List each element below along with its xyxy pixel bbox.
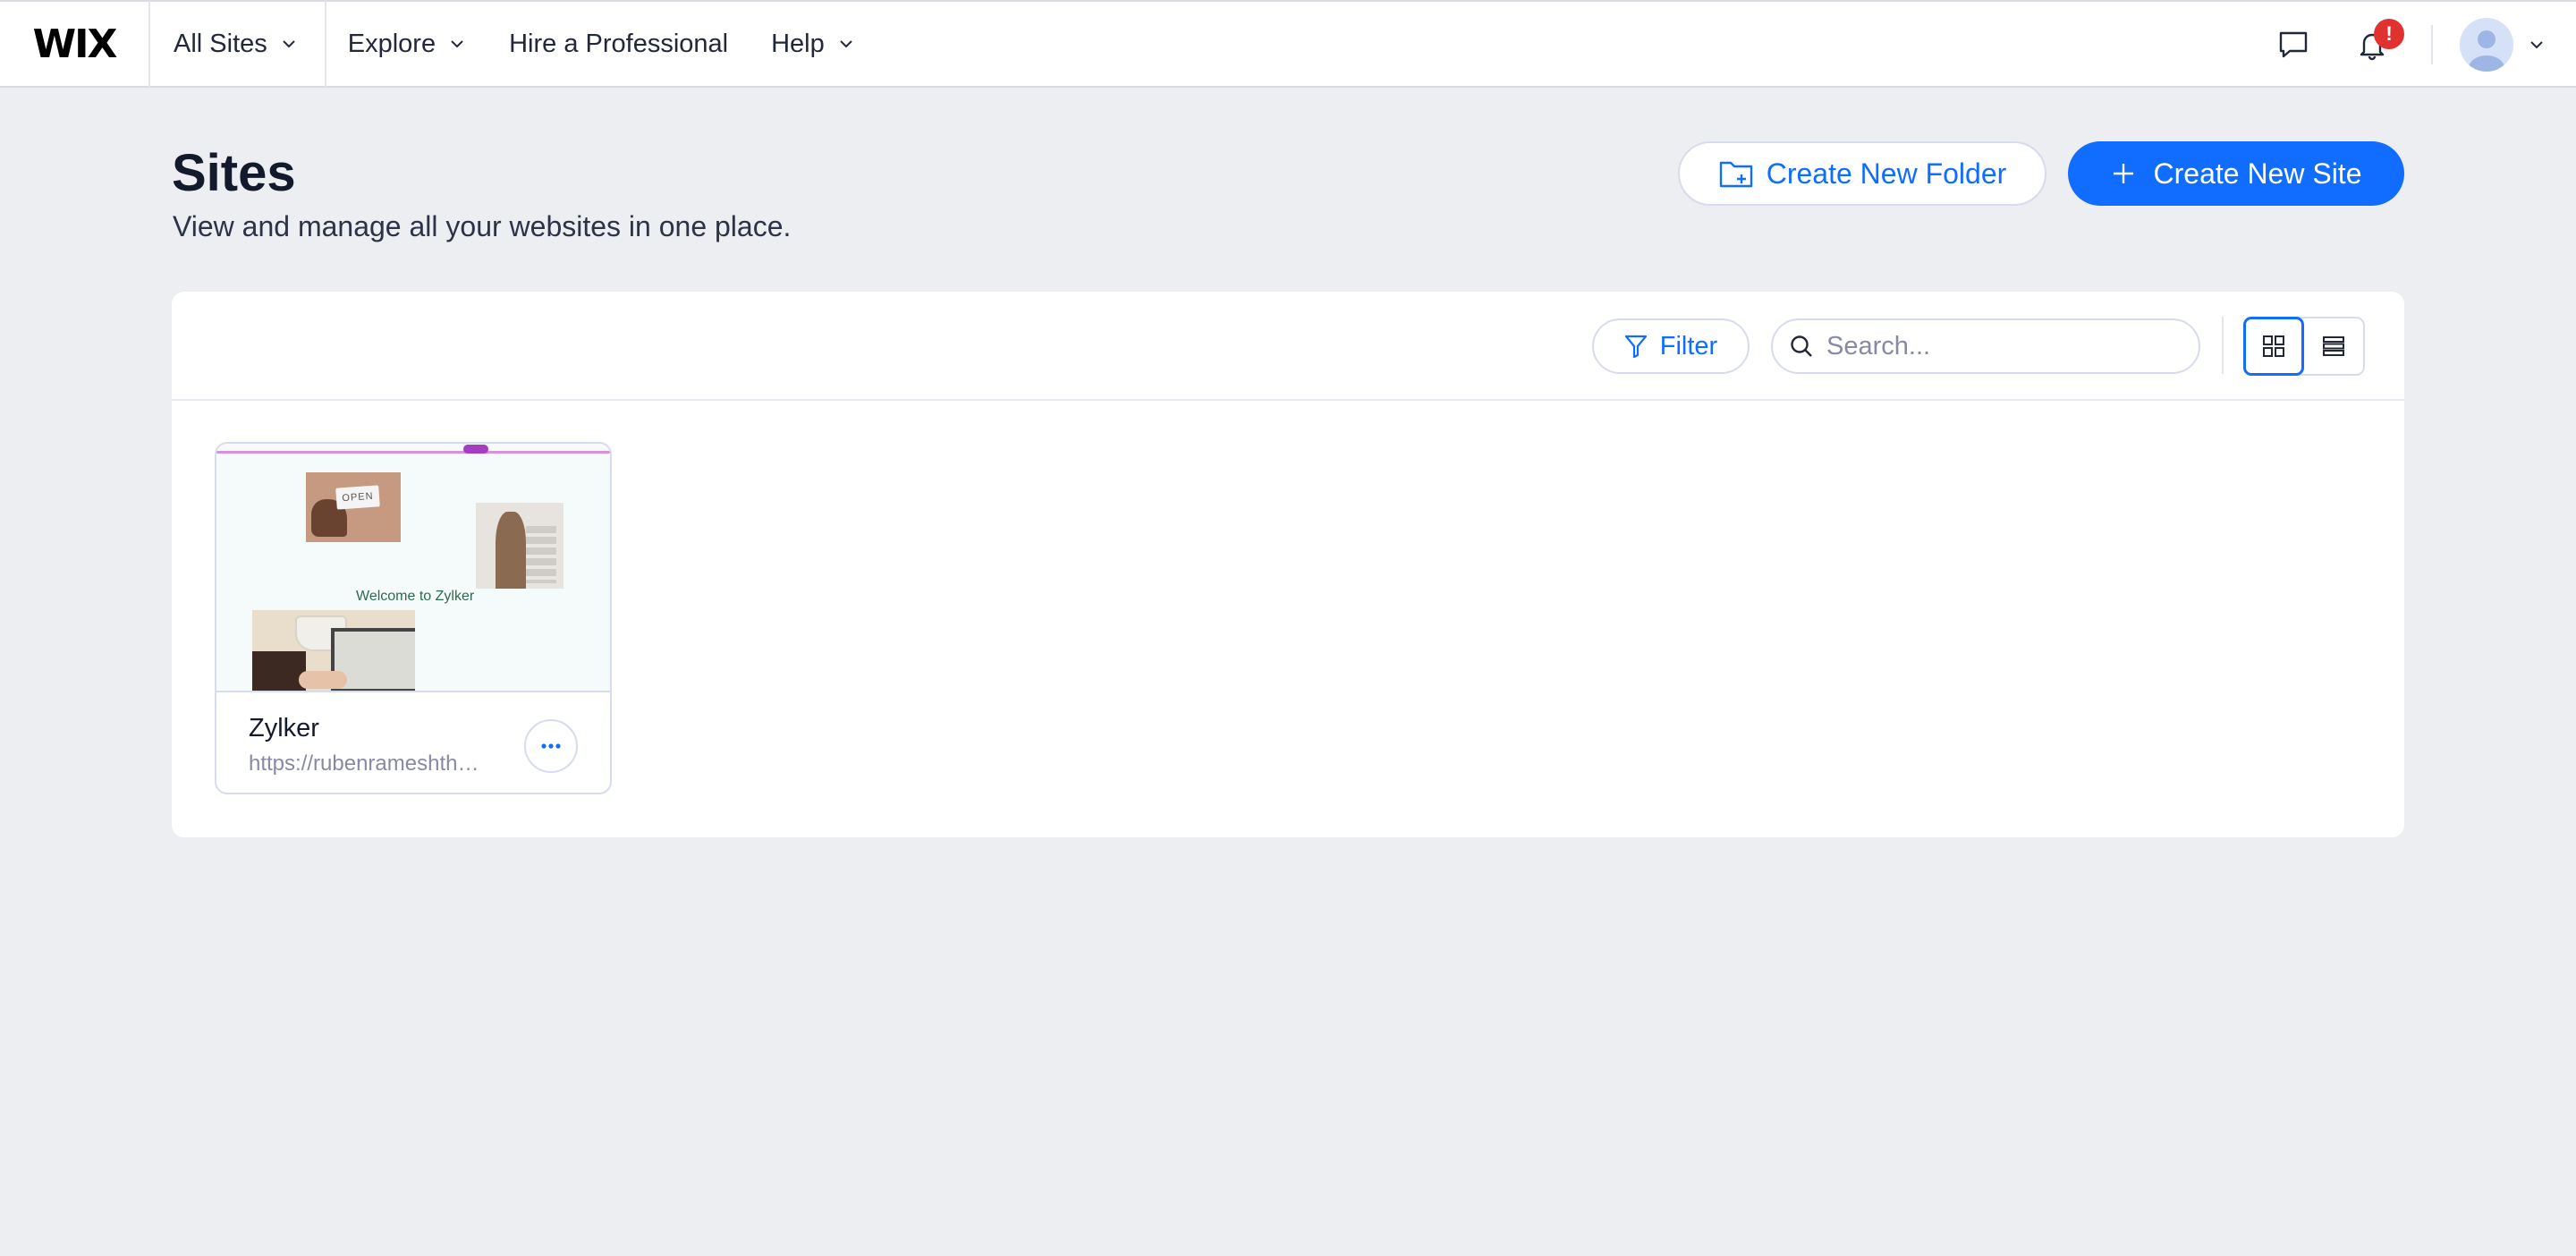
account-menu[interactable] bbox=[2460, 18, 2546, 72]
thumbnail-desk-object bbox=[252, 651, 306, 691]
wix-logo[interactable]: WIX bbox=[0, 1, 150, 87]
avatar-icon bbox=[2460, 18, 2513, 72]
site-more-actions-button[interactable] bbox=[524, 719, 578, 773]
more-icon bbox=[541, 743, 561, 749]
nav-help-label: Help bbox=[771, 29, 825, 58]
site-card-footer: Zylker https://rubenrameshthreelinks.wix… bbox=[216, 692, 610, 793]
notifications-button[interactable]: ! bbox=[2345, 18, 2404, 72]
view-toggle bbox=[2243, 317, 2365, 376]
grid-view-icon bbox=[2263, 335, 2284, 357]
site-name[interactable]: Zylker bbox=[249, 714, 319, 743]
thumbnail-photo-desk bbox=[252, 610, 415, 691]
thumbnail-banner-line bbox=[216, 451, 610, 454]
list-view-icon bbox=[2323, 336, 2344, 356]
page-title: Sites bbox=[172, 144, 296, 202]
nav-hire-professional[interactable]: Hire a Professional bbox=[487, 1, 750, 87]
messages-button[interactable] bbox=[2267, 18, 2320, 72]
page-subtitle: View and manage all your websites in one… bbox=[173, 210, 792, 242]
thumbnail-photo-open-sign: OPEN bbox=[306, 472, 401, 542]
thumbnail-person bbox=[496, 512, 526, 589]
list-view-button[interactable] bbox=[2304, 318, 2363, 374]
nav-hire-professional-label: Hire a Professional bbox=[509, 29, 729, 58]
toolbar-divider bbox=[2222, 317, 2224, 374]
nav-all-sites[interactable]: All Sites bbox=[150, 1, 326, 87]
create-new-folder-button[interactable]: Create New Folder bbox=[1678, 141, 2046, 206]
thumbnail-banner-pill bbox=[463, 445, 488, 454]
filter-label: Filter bbox=[1659, 331, 1718, 361]
filter-icon bbox=[1624, 335, 1647, 359]
create-new-site-button[interactable]: Create New Site bbox=[2068, 141, 2404, 206]
top-bar-actions: ! bbox=[2267, 2, 2576, 88]
sites-toolbar: Filter bbox=[172, 292, 2404, 401]
folder-plus-icon bbox=[1719, 161, 1752, 188]
grid-view-button[interactable] bbox=[2243, 317, 2304, 376]
thumbnail-open-sign: OPEN bbox=[335, 485, 380, 510]
nav-all-sites-label: All Sites bbox=[174, 29, 267, 58]
thumbnail-photo-person bbox=[476, 503, 564, 589]
site-thumbnail: OPEN Welcome to Zylker bbox=[216, 444, 610, 692]
chevron-down-icon bbox=[283, 40, 295, 48]
nav-explore[interactable]: Explore bbox=[326, 1, 487, 87]
filter-button[interactable]: Filter bbox=[1592, 318, 1750, 374]
thumbnail-welcome-text: Welcome to Zylker bbox=[356, 589, 475, 604]
chevron-down-icon bbox=[840, 40, 852, 48]
chat-icon bbox=[2279, 31, 2308, 58]
sites-panel: Filter Search... OPEN Welcome to Zylker … bbox=[172, 292, 2404, 837]
create-new-site-label: Create New Site bbox=[2153, 157, 2362, 190]
create-new-folder-label: Create New Folder bbox=[1766, 157, 2007, 190]
divider bbox=[2431, 25, 2433, 64]
plus-icon bbox=[2113, 164, 2133, 183]
notification-badge: ! bbox=[2374, 19, 2404, 49]
search-input[interactable] bbox=[1826, 331, 2184, 361]
nav-explore-label: Explore bbox=[347, 29, 436, 58]
nav-help[interactable]: Help bbox=[750, 1, 877, 87]
top-bar: WIX All Sites Explore Hire a Professiona… bbox=[0, 0, 2576, 88]
search-icon bbox=[1791, 335, 1812, 357]
search-field[interactable] bbox=[1771, 318, 2200, 374]
site-url[interactable]: https://rubenrameshthreelinks.wixsite.co… bbox=[249, 751, 485, 777]
thumbnail-books bbox=[526, 526, 556, 583]
chevron-down-icon bbox=[2530, 41, 2543, 49]
thumbnail-hand-on-keyboard bbox=[299, 671, 347, 689]
site-card[interactable]: OPEN Welcome to Zylker Zylker https://ru… bbox=[215, 442, 612, 794]
chevron-down-icon bbox=[451, 40, 463, 48]
